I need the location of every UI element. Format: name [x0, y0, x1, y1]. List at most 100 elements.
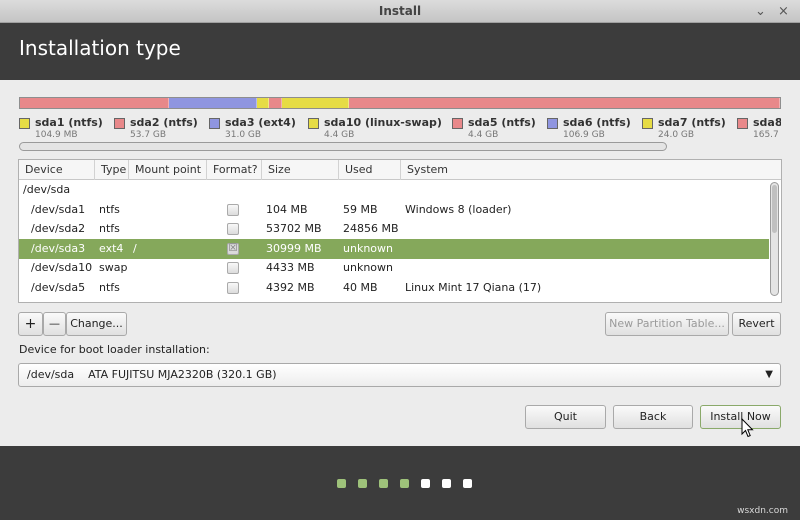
legend-swatch	[209, 118, 220, 129]
table-row[interactable]: /dev/sda1 ntfs 104 MB 59 MB Windows 8 (loade…	[19, 200, 769, 220]
legend-swatch	[308, 118, 319, 129]
legend-partition-name: sda6 (ntfs)	[563, 116, 631, 129]
format-checkbox[interactable]	[227, 203, 239, 216]
cell-device: /dev/sda1	[31, 202, 86, 216]
minimize-icon[interactable]: ⌄	[755, 0, 766, 23]
bootloader-device-select[interactable]: /dev/sda ATA FUJITSU MJA2320B (320.1 GB)…	[18, 363, 781, 387]
legend-partition-name: sda5 (ntfs)	[468, 116, 536, 129]
chevron-down-icon: ▼	[765, 369, 773, 380]
remove-partition-button[interactable]: —	[43, 312, 66, 336]
close-icon[interactable]: ×	[778, 0, 789, 23]
step-dot	[400, 479, 409, 488]
cell-used: 24856 MB	[343, 222, 399, 236]
cell-device: /dev/sda5	[31, 281, 86, 294]
legend-partition-name: sda10 (linux-swap)	[324, 116, 442, 129]
table-vertical-scrollbar[interactable]	[770, 182, 779, 296]
cell-used: 40 MB	[343, 281, 378, 294]
table-row[interactable]: /dev/sda5 ntfs 4392 MB 40 MB Linux Mint 17 Q…	[19, 278, 769, 298]
change-partition-button[interactable]: Change...	[66, 312, 127, 336]
column-type[interactable]: Type	[95, 160, 129, 180]
cell-type: ntfs	[99, 298, 120, 302]
format-checkbox[interactable]: ☒	[227, 242, 239, 255]
cell-device: /dev/sda3	[31, 241, 86, 255]
cell-device: /dev/sda2	[31, 222, 86, 236]
cell-size: 53702 MB	[266, 222, 322, 236]
partition-bar-segment	[281, 98, 349, 108]
cell-size: 104 MB	[266, 202, 308, 216]
legend-partition-size: 31.0 GB	[225, 130, 262, 140]
back-button[interactable]: Back	[613, 405, 693, 429]
mouse-cursor-icon	[741, 418, 754, 438]
format-checkbox[interactable]	[227, 262, 239, 275]
cell-type: swap	[99, 261, 128, 275]
partition-bar-segment	[20, 98, 170, 108]
main-content: sda1 (ntfs) 104.9 MB sda2 (ntfs) 53.7 GB sda…	[0, 80, 800, 446]
step-dot	[442, 479, 451, 488]
cell-used: 59 MB	[343, 298, 378, 302]
step-dot	[358, 479, 367, 488]
table-row[interactable]: /dev/sda3 ext4 / 30999 MB unknown ☒	[19, 238, 769, 259]
legend-swatch	[114, 118, 125, 129]
legend-partition-size: 106.9 GB	[563, 130, 605, 140]
partition-bar	[19, 97, 781, 109]
column-used[interactable]: Used	[339, 160, 401, 180]
window-titlebar: Install ⌄ ×	[0, 0, 800, 23]
step-dot	[463, 479, 472, 488]
legend-horizontal-scrollbar[interactable]	[19, 142, 667, 151]
partition-bar-segment	[348, 98, 780, 108]
legend-swatch	[737, 118, 748, 129]
column-device[interactable]: Device	[19, 160, 95, 180]
legend-swatch	[19, 118, 30, 129]
cell-size: 30999 MB	[266, 241, 322, 255]
cell-device: /dev/sda10	[31, 261, 93, 275]
revert-button[interactable]: Revert	[732, 312, 781, 336]
window-title: Install	[378, 4, 422, 18]
cell-type: ext4	[99, 241, 124, 255]
legend-partition-name: sda1 (ntfs)	[35, 116, 103, 129]
cell-type: ntfs	[99, 202, 120, 216]
legend-partition-size: 165.7	[753, 130, 779, 140]
format-checkbox[interactable]	[227, 223, 239, 236]
table-row[interactable]: /dev/sda6 ntfs 106 MB 59 MB	[19, 298, 769, 302]
table-row[interactable]: /dev/sda10 swap 4433 MB unknown	[19, 258, 769, 278]
legend-partition-name: sda3 (ext4)	[225, 116, 296, 129]
legend-partition-size: 24.0 GB	[658, 130, 695, 140]
table-row[interactable]: /dev/sda	[19, 180, 769, 200]
cell-size: 4392 MB	[266, 281, 315, 294]
new-partition-table-button[interactable]: New Partition Table...	[605, 312, 729, 336]
legend-partition-name: sda8	[753, 116, 781, 129]
scrollbar-thumb[interactable]	[772, 185, 777, 233]
legend-swatch	[547, 118, 558, 129]
format-checkbox[interactable]	[227, 282, 239, 294]
cell-used: unknown	[343, 261, 393, 275]
bootloader-label: Device for boot loader installation:	[19, 343, 210, 356]
column-format[interactable]: Format?	[207, 160, 262, 180]
column-size[interactable]: Size	[262, 160, 339, 180]
legend-partition-size: 53.7 GB	[130, 130, 167, 140]
add-partition-button[interactable]: +	[18, 312, 43, 336]
partition-bar-segment	[169, 98, 258, 108]
legend-swatch	[452, 118, 463, 129]
cell-system: Windows 8 (loader)	[405, 202, 512, 216]
cell-device: /dev/sda	[23, 183, 71, 196]
watermark: wsxdn.com	[737, 506, 788, 516]
step-dot	[379, 479, 388, 488]
legend-partition-name: sda7 (ntfs)	[658, 116, 726, 129]
legend-partition-size: 4.4 GB	[468, 130, 499, 140]
quit-button[interactable]: Quit	[525, 405, 606, 429]
installer-footer: wsxdn.com	[0, 446, 800, 520]
page-title: Installation type	[19, 36, 181, 60]
legend-swatch	[642, 118, 653, 129]
step-dot	[337, 479, 346, 488]
cell-used: unknown	[343, 241, 393, 255]
bootloader-selected-value: /dev/sda ATA FUJITSU MJA2320B (320.1 GB)	[27, 368, 277, 381]
column-mount-point[interactable]: Mount point	[129, 160, 207, 180]
cell-used: 59 MB	[343, 202, 378, 216]
table-header: Device Type Mount point Format? Size Use…	[19, 160, 781, 180]
column-system[interactable]: System	[401, 160, 781, 180]
format-checkbox[interactable]	[227, 301, 239, 302]
cell-device: /dev/sda6	[31, 298, 85, 302]
table-row[interactable]: /dev/sda2 ntfs 53702 MB 24856 MB	[19, 219, 769, 239]
cell-system: Linux Mint 17 Qiana (17)	[405, 281, 542, 294]
cell-size: 4433 MB	[266, 261, 315, 275]
